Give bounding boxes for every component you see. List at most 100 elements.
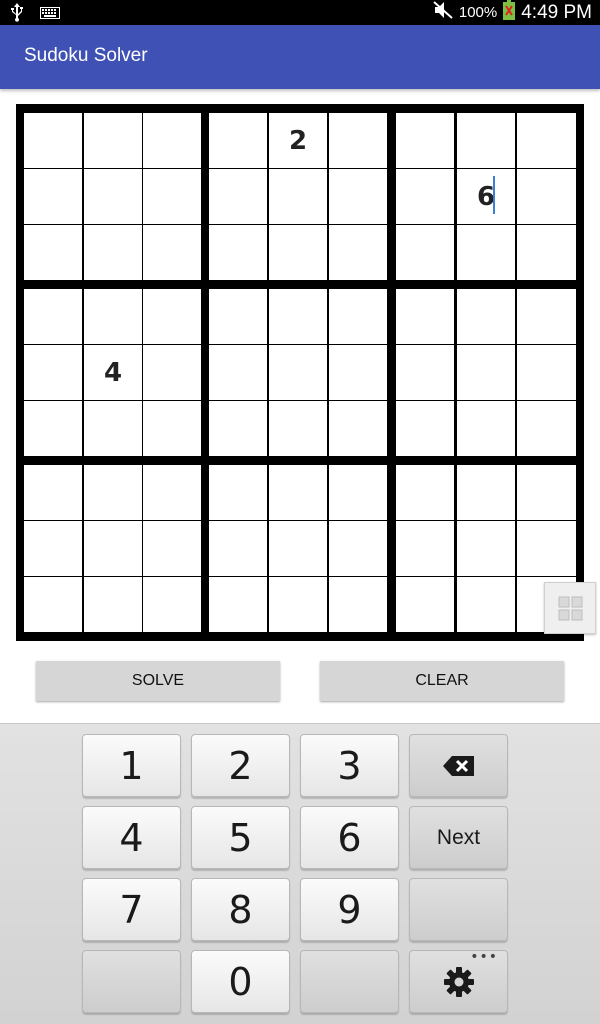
- key-8[interactable]: 8: [191, 878, 290, 941]
- blank-key[interactable]: [82, 950, 181, 1013]
- sudoku-cell-r4-c5[interactable]: [269, 289, 327, 344]
- sudoku-cell-r8-c7[interactable]: [396, 521, 454, 576]
- sudoku-cell-r7-c8[interactable]: [457, 465, 515, 520]
- sudoku-cell-r9-c4[interactable]: [209, 577, 267, 632]
- solve-button[interactable]: SOLVE: [36, 661, 280, 701]
- sudoku-cell-r2-c2[interactable]: [84, 169, 142, 224]
- sudoku-cell-r4-c6[interactable]: [329, 289, 387, 344]
- sudoku-cell-r7-c9[interactable]: [517, 465, 576, 520]
- sudoku-cell-r9-c8[interactable]: [457, 577, 515, 632]
- sudoku-cell-r8-c6[interactable]: [329, 521, 387, 576]
- settings-key[interactable]: •••: [409, 950, 508, 1013]
- sudoku-cell-r8-c4[interactable]: [209, 521, 267, 576]
- sudoku-cell-r6-c9[interactable]: [517, 401, 576, 456]
- sudoku-cell-r8-c2[interactable]: [84, 521, 142, 576]
- key-9[interactable]: 9: [300, 878, 399, 941]
- sudoku-cell-r4-c7[interactable]: [396, 289, 454, 344]
- blank-key[interactable]: [409, 878, 508, 941]
- sudoku-cell-r6-c1[interactable]: [24, 401, 82, 456]
- blank-key[interactable]: [300, 950, 399, 1013]
- key-0[interactable]: 0: [191, 950, 290, 1013]
- sudoku-cell-r6-c2[interactable]: [84, 401, 142, 456]
- sudoku-cell-r2-c3[interactable]: [143, 169, 201, 224]
- sudoku-cell-r1-c1[interactable]: [24, 113, 82, 168]
- sudoku-cell-r5-c2[interactable]: 4: [84, 345, 142, 400]
- sudoku-cell-r6-c8[interactable]: [457, 401, 515, 456]
- sudoku-cell-r1-c8[interactable]: [457, 113, 515, 168]
- sudoku-cell-r4-c9[interactable]: [517, 289, 576, 344]
- sudoku-cell-r9-c3[interactable]: [143, 577, 201, 632]
- key-2[interactable]: 2: [191, 734, 290, 797]
- sudoku-cell-r4-c3[interactable]: [143, 289, 201, 344]
- sudoku-cell-r8-c5[interactable]: [269, 521, 327, 576]
- sudoku-cell-r3-c9[interactable]: [517, 225, 576, 280]
- sudoku-cell-r1-c3[interactable]: [143, 113, 201, 168]
- sudoku-cell-r7-c7[interactable]: [396, 465, 454, 520]
- sudoku-cell-r5-c7[interactable]: [396, 345, 454, 400]
- sudoku-cell-r9-c6[interactable]: [329, 577, 387, 632]
- sudoku-cell-r2-c4[interactable]: [209, 169, 267, 224]
- sudoku-cell-r7-c6[interactable]: [329, 465, 387, 520]
- sudoku-cell-r6-c3[interactable]: [143, 401, 201, 456]
- sudoku-cell-r3-c5[interactable]: [269, 225, 327, 280]
- sudoku-cell-r2-c8[interactable]: 6: [457, 169, 515, 224]
- sudoku-cell-r4-c1[interactable]: [24, 289, 82, 344]
- sudoku-cell-r9-c5[interactable]: [269, 577, 327, 632]
- sudoku-cell-r9-c1[interactable]: [24, 577, 82, 632]
- sudoku-cell-r6-c6[interactable]: [329, 401, 387, 456]
- key-1[interactable]: 1: [82, 734, 181, 797]
- sudoku-cell-r1-c4[interactable]: [209, 113, 267, 168]
- sudoku-cell-r7-c1[interactable]: [24, 465, 82, 520]
- sudoku-cell-r6-c4[interactable]: [209, 401, 267, 456]
- sudoku-cell-r2-c1[interactable]: [24, 169, 82, 224]
- sudoku-cell-r1-c6[interactable]: [329, 113, 387, 168]
- key-5[interactable]: 5: [191, 806, 290, 869]
- grid-view-toggle-button[interactable]: [544, 582, 596, 634]
- sudoku-cell-r7-c2[interactable]: [84, 465, 142, 520]
- sudoku-cell-r6-c5[interactable]: [269, 401, 327, 456]
- sudoku-cell-r3-c8[interactable]: [457, 225, 515, 280]
- sudoku-cell-r8-c9[interactable]: [517, 521, 576, 576]
- sudoku-cell-r4-c8[interactable]: [457, 289, 515, 344]
- sudoku-cell-r3-c7[interactable]: [396, 225, 454, 280]
- sudoku-cell-r1-c9[interactable]: [517, 113, 576, 168]
- sudoku-cell-r3-c4[interactable]: [209, 225, 267, 280]
- sudoku-cell-r5-c8[interactable]: [457, 345, 515, 400]
- sudoku-cell-r3-c1[interactable]: [24, 225, 82, 280]
- status-bar: 100% 4:49 PM: [0, 0, 600, 25]
- sudoku-cell-r8-c8[interactable]: [457, 521, 515, 576]
- sudoku-cell-r1-c5[interactable]: 2: [269, 113, 327, 168]
- sudoku-cell-r2-c9[interactable]: [517, 169, 576, 224]
- sudoku-cell-r2-c7[interactable]: [396, 169, 454, 224]
- sudoku-cell-r2-c5[interactable]: [269, 169, 327, 224]
- sudoku-cell-r9-c7[interactable]: [396, 577, 454, 632]
- sudoku-cell-r7-c5[interactable]: [269, 465, 327, 520]
- sudoku-cell-r5-c4[interactable]: [209, 345, 267, 400]
- key-7[interactable]: 7: [82, 878, 181, 941]
- sudoku-cell-r5-c3[interactable]: [143, 345, 201, 400]
- sudoku-cell-r3-c2[interactable]: [84, 225, 142, 280]
- sudoku-cell-r1-c7[interactable]: [396, 113, 454, 168]
- sudoku-cell-r4-c2[interactable]: [84, 289, 142, 344]
- sudoku-cell-r5-c1[interactable]: [24, 345, 82, 400]
- next-key[interactable]: Next: [409, 806, 508, 869]
- sudoku-cell-r1-c2[interactable]: [84, 113, 142, 168]
- sudoku-cell-r5-c9[interactable]: [517, 345, 576, 400]
- clear-button[interactable]: CLEAR: [320, 661, 564, 701]
- sudoku-cell-r5-c6[interactable]: [329, 345, 387, 400]
- sudoku-cell-r5-c5[interactable]: [269, 345, 327, 400]
- key-4[interactable]: 4: [82, 806, 181, 869]
- sudoku-cell-r2-c6[interactable]: [329, 169, 387, 224]
- sudoku-cell-r9-c2[interactable]: [84, 577, 142, 632]
- sudoku-cell-r7-c3[interactable]: [143, 465, 201, 520]
- sudoku-cell-r8-c1[interactable]: [24, 521, 82, 576]
- sudoku-cell-r8-c3[interactable]: [143, 521, 201, 576]
- sudoku-cell-r6-c7[interactable]: [396, 401, 454, 456]
- backspace-key[interactable]: [409, 734, 508, 797]
- key-3[interactable]: 3: [300, 734, 399, 797]
- sudoku-cell-r3-c3[interactable]: [143, 225, 201, 280]
- sudoku-cell-r7-c4[interactable]: [209, 465, 267, 520]
- key-6[interactable]: 6: [300, 806, 399, 869]
- sudoku-cell-r4-c4[interactable]: [209, 289, 267, 344]
- sudoku-cell-r3-c6[interactable]: [329, 225, 387, 280]
